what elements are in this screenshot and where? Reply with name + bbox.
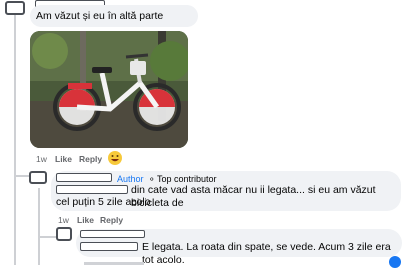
comment-text: Am văzut și eu în altă parte: [36, 10, 164, 22]
laughing-face-emoji-icon[interactable]: [108, 151, 122, 165]
reply-timestamp[interactable]: 1w: [58, 215, 69, 225]
like-button[interactable]: Like: [55, 154, 72, 164]
author-badge: Author: [117, 174, 144, 184]
reply-button[interactable]: Reply: [100, 215, 123, 225]
reply-text-line2: cel puțin 5 zile acolo: [56, 196, 151, 208]
redacted-mention[interactable]: [80, 242, 138, 251]
like-button[interactable]: Like: [77, 215, 94, 225]
redacted-author-name[interactable]: [56, 173, 112, 182]
bicycle-photo-icon: [30, 31, 188, 148]
avatar[interactable]: [29, 171, 47, 184]
thread-line-reply: [38, 188, 40, 265]
reply-text: E legata. La roata din spate, se vede. A…: [142, 241, 391, 266]
redacted-author-name[interactable]: [80, 230, 145, 238]
reply-button[interactable]: Reply: [79, 154, 102, 164]
comment-timestamp[interactable]: 1w: [36, 154, 47, 164]
thread-line-connector-2: [38, 236, 56, 238]
reply-text-line1: din cate vad asta măcar nu ii legata... …: [131, 184, 376, 209]
redacted-mention[interactable]: [56, 185, 128, 194]
comment-photo[interactable]: [30, 31, 188, 148]
reaction-icon[interactable]: [389, 256, 401, 268]
avatar[interactable]: [56, 227, 72, 241]
thread-line-main: [14, 14, 16, 265]
avatar[interactable]: [5, 1, 25, 15]
top-contributor-badge: Top contributor: [157, 174, 217, 184]
